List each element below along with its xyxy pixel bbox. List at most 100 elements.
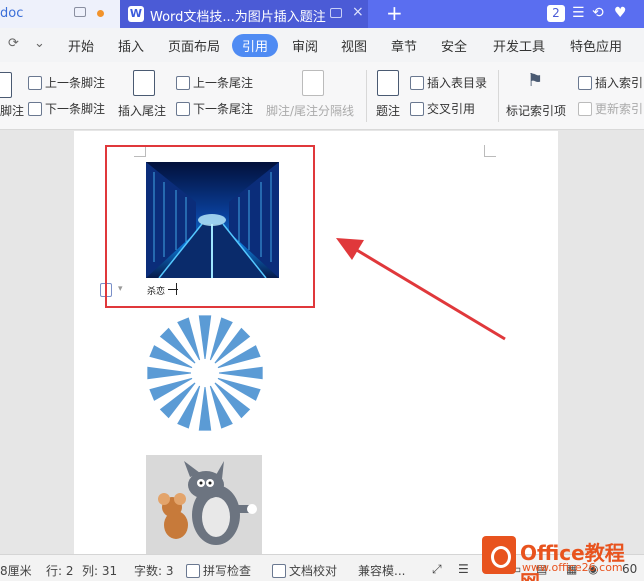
sunburst-ray [217, 345, 261, 369]
cross-reference-icon [410, 102, 424, 116]
mark-index-button[interactable]: 标记索引项 [506, 102, 566, 119]
office-logo-icon [482, 536, 516, 574]
spell-check-label: 拼写检查 [203, 564, 252, 578]
sunburst-ray [217, 377, 261, 401]
outline-icon[interactable]: ☰ [458, 562, 469, 576]
tab-security[interactable]: 安全 [441, 36, 467, 55]
references-toolbar: 脚注 上一条脚注 下一条脚注 插入尾注 上一条尾注 下一条尾注 脚注/尾注分隔线… [0, 62, 644, 130]
tab-references[interactable]: 引用 [232, 34, 279, 57]
insert-toc-label: 插入表目录 [427, 76, 488, 90]
spell-check-button[interactable]: 拼写检查 [186, 562, 251, 579]
caption-button[interactable]: 题注 [376, 102, 400, 119]
sunburst-ray [209, 317, 233, 361]
list-icon[interactable]: ☰ [572, 5, 585, 21]
prev-footnote-icon [28, 76, 42, 90]
tab-special[interactable]: 特色应用 [570, 36, 622, 55]
caption-icon [377, 70, 399, 96]
next-endnote-label: 下一条尾注 [193, 102, 254, 116]
next-footnote-icon [28, 102, 42, 116]
tab-label: Word文档技...为图片插入题注 [150, 10, 326, 25]
next-footnote-button[interactable]: 下一条脚注 [28, 100, 105, 117]
document-tab-active[interactable]: W Word文档技...为图片插入题注 × [120, 0, 368, 28]
tab-home[interactable]: 开始 [68, 36, 94, 55]
sunburst-ray [177, 385, 201, 429]
separator-line-button[interactable]: 脚注/尾注分隔线 [266, 102, 354, 119]
window-count-badge[interactable]: 2 [547, 5, 565, 22]
office26-watermark: Office教程网 www.office26.com [482, 534, 642, 581]
status-word-count[interactable]: 字数: 3 [134, 562, 174, 579]
sync-icon[interactable]: ⟲ [592, 5, 604, 21]
status-row: 行: 2 [46, 564, 74, 578]
tab-section[interactable]: 章节 [391, 36, 417, 55]
highlight-box [105, 145, 315, 308]
title-bar: doc W Word文档技...为图片插入题注 × + 2 ☰ ⟲ ♥ [0, 0, 644, 28]
insert-index-button[interactable]: 插入索引 [578, 74, 643, 91]
prev-footnote-label: 上一条脚注 [45, 76, 106, 90]
monitor-icon [330, 8, 342, 18]
footnote-icon [0, 72, 12, 98]
chevron-down-icon[interactable]: ⌄ [34, 36, 45, 51]
status-column: 列: 31 [82, 564, 118, 578]
cross-reference-label: 交叉引用 [427, 102, 476, 116]
insert-toc-icon [410, 76, 424, 90]
insert-toc-button[interactable]: 插入表目录 [410, 74, 487, 91]
insert-endnote-button[interactable]: 插入尾注 [118, 102, 166, 119]
fullscreen-icon[interactable]: ⤢ [432, 562, 442, 577]
update-index-button[interactable]: 更新索引 [578, 100, 643, 117]
sunburst-ray [198, 315, 212, 360]
update-index-icon [578, 102, 592, 116]
status-position: 8厘米 [0, 564, 32, 578]
refresh-icon[interactable]: ⟳ [8, 36, 19, 51]
insert-endnote-icon [133, 70, 155, 96]
sunburst-shape-image[interactable] [146, 314, 264, 432]
document-check-button[interactable]: 文档校对 [272, 562, 337, 579]
insert-index-label: 插入索引 [595, 76, 644, 90]
tab-page-layout[interactable]: 页面布局 [168, 36, 220, 55]
update-index-label: 更新索引 [595, 102, 644, 116]
insert-index-icon [578, 76, 592, 90]
separator-line-icon [302, 70, 324, 96]
sunburst-ray [147, 366, 192, 380]
next-footnote-label: 下一条脚注 [45, 102, 106, 116]
prev-endnote-icon [176, 76, 190, 90]
tab-developer[interactable]: 开发工具 [493, 36, 545, 55]
spell-check-icon [186, 564, 200, 578]
prev-footnote-button[interactable]: 上一条脚注 [28, 74, 105, 91]
sunburst-ray [198, 386, 212, 431]
tab-review[interactable]: 审阅 [292, 36, 318, 55]
sunburst-ray [149, 345, 193, 369]
skin-icon[interactable]: ♥ [614, 5, 627, 21]
document-check-icon [272, 564, 286, 578]
sunburst-ray [177, 317, 201, 361]
monitor-icon [74, 7, 86, 17]
insert-footnote-button[interactable]: 脚注 [0, 102, 24, 119]
prev-endnote-label: 上一条尾注 [193, 76, 254, 90]
watermark-title: Office教程网 [520, 541, 625, 581]
cartoon-graphic [158, 461, 257, 545]
annotation-arrow-icon [336, 238, 506, 341]
sunburst-ray [209, 385, 233, 429]
prev-endnote-button[interactable]: 上一条尾注 [176, 74, 253, 91]
ribbon-tab-row: ⟳ ⌄ 开始 插入 页面布局 引用 审阅 视图 章节 安全 开发工具 特色应用 [0, 28, 644, 62]
next-endnote-icon [176, 102, 190, 116]
new-tab-button[interactable]: + [386, 1, 403, 25]
unsaved-dot-icon [97, 10, 104, 17]
mark-index-icon: ⚑ [527, 70, 544, 91]
toolbar-divider [498, 70, 499, 122]
tab-insert[interactable]: 插入 [118, 36, 144, 55]
sunburst-ray [218, 366, 263, 380]
compat-mode-label[interactable]: 兼容模... [358, 562, 405, 579]
document-tab-doc[interactable]: doc [0, 0, 120, 28]
margin-corner-marker [484, 145, 496, 157]
document-check-label: 文档校对 [289, 564, 338, 578]
next-endnote-button[interactable]: 下一条尾注 [176, 100, 253, 117]
word-icon: W [128, 6, 144, 22]
tab-view[interactable]: 视图 [341, 36, 367, 55]
close-icon[interactable]: × [352, 4, 364, 20]
cross-reference-button[interactable]: 交叉引用 [410, 100, 475, 117]
cartoon-image[interactable] [146, 455, 262, 554]
sunburst-ray [149, 377, 193, 401]
watermark-url: www.office26.com [522, 561, 623, 574]
tab-label: doc [0, 6, 24, 21]
toolbar-divider [366, 70, 367, 122]
